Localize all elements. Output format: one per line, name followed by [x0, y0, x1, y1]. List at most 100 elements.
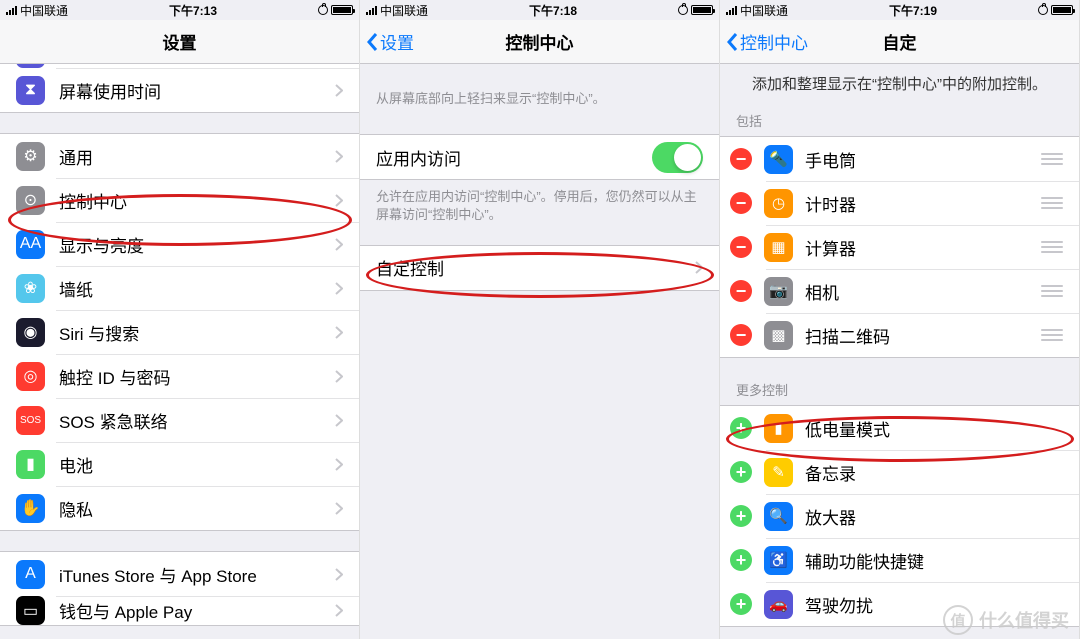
- customize-group: 自定控制: [360, 245, 719, 291]
- crow-low-power[interactable]: +▮低电量模式: [720, 406, 1079, 450]
- crow-qr[interactable]: −▩ 扫描二维码: [720, 313, 1079, 357]
- remove-button[interactable]: −: [730, 280, 752, 302]
- more-group: +▮低电量模式+✎备忘录+🔍放大器+♿辅助功能快捷键+🚗驾驶勿扰: [720, 405, 1079, 627]
- accessibility-icon: ♿: [764, 546, 793, 575]
- chevron-right-icon: [335, 568, 343, 581]
- settings-group: AiTunes Store 与 App Store▭ 钱包与 Apple Pay: [0, 551, 359, 626]
- row-siri[interactable]: ◉Siri 与搜索: [0, 310, 359, 354]
- signal-icon: [726, 6, 737, 15]
- crow-camera[interactable]: −📷 相机: [720, 269, 1079, 313]
- row-label: 相机: [805, 279, 1041, 304]
- settings-group: ⚙通用⊙控制中心AA显示与亮度❀墙纸◉Siri 与搜索◎触控 ID 与密码SOS…: [0, 133, 359, 531]
- screen-time-icon: ⧗: [16, 76, 45, 105]
- drag-handle-icon[interactable]: [1041, 153, 1063, 165]
- privacy-icon: ✋: [16, 494, 45, 523]
- page-title: 自定: [883, 29, 917, 54]
- battery-icon: [331, 5, 353, 15]
- add-button[interactable]: +: [730, 461, 752, 483]
- nav-bar: 设置 控制中心: [360, 20, 719, 64]
- pane-customize: 中国联通 下午7:19 控制中心 自定 添加和整理显示在“控制中心”中的附加控制…: [720, 0, 1080, 639]
- sos-icon: SOS: [16, 406, 45, 435]
- crow-notes[interactable]: +✎备忘录: [720, 450, 1079, 494]
- row-control-center[interactable]: ⊙ 控制中心: [0, 178, 359, 222]
- chevron-right-icon: [335, 84, 343, 97]
- display-icon: AA: [16, 230, 45, 259]
- back-button[interactable]: 设置: [366, 29, 414, 54]
- watermark-text: 什么值得买: [979, 607, 1069, 633]
- crow-calculator[interactable]: −▦计算器: [720, 225, 1079, 269]
- row-label: 辅助功能快捷键: [805, 548, 1063, 573]
- row-wallpaper[interactable]: ❀墙纸: [0, 266, 359, 310]
- chevron-right-icon: [335, 150, 343, 163]
- chevron-right-icon: [335, 282, 343, 295]
- back-label: 控制中心: [740, 29, 808, 54]
- chevron-right-icon: [335, 194, 343, 207]
- row-privacy[interactable]: ✋ 隐私: [0, 486, 359, 530]
- orientation-lock-icon: [1038, 5, 1048, 15]
- row-label: 备忘录: [805, 460, 1063, 485]
- crow-accessibility[interactable]: + ♿ 辅助功能快捷键: [720, 538, 1079, 582]
- row-label: 屏幕使用时间: [59, 78, 327, 103]
- row-touchid[interactable]: ◎触控 ID 与密码: [0, 354, 359, 398]
- drag-handle-icon[interactable]: [1041, 197, 1063, 209]
- row-label: 扫描二维码: [805, 323, 1041, 348]
- row-customize-controls[interactable]: 自定控制: [360, 246, 719, 290]
- row-label: 计时器: [805, 191, 1041, 216]
- row-label: 控制中心: [59, 188, 327, 213]
- row-display[interactable]: AA显示与亮度: [0, 222, 359, 266]
- more-header: 更多控制: [720, 358, 1079, 405]
- crow-flashlight[interactable]: −🔦手电筒: [720, 137, 1079, 181]
- remove-button[interactable]: −: [730, 192, 752, 214]
- remove-button[interactable]: −: [730, 324, 752, 346]
- crow-timer[interactable]: −◷ 计时器: [720, 181, 1079, 225]
- status-bar: 中国联通 下午7:18: [360, 0, 719, 20]
- orientation-lock-icon: [318, 5, 328, 15]
- nav-bar: 控制中心 自定: [720, 20, 1079, 64]
- signal-icon: [6, 6, 17, 15]
- status-bar: 中国联通 下午7:13: [0, 0, 359, 20]
- remove-button[interactable]: −: [730, 236, 752, 258]
- qr-icon: ▩: [764, 321, 793, 350]
- drag-handle-icon[interactable]: [1041, 329, 1063, 341]
- row-label: 通用: [59, 144, 327, 169]
- row-in-app-access[interactable]: 应用内访问: [360, 135, 719, 179]
- settings-group: ☾勿扰模式⧗屏幕使用时间: [0, 64, 359, 113]
- in-app-access-toggle[interactable]: [652, 142, 703, 173]
- row-sos[interactable]: SOS SOS 紧急联络: [0, 398, 359, 442]
- clock: 下午7:13: [169, 2, 217, 19]
- row-label: 电池: [59, 452, 327, 477]
- calculator-icon: ▦: [764, 233, 793, 262]
- drag-handle-icon[interactable]: [1041, 241, 1063, 253]
- customize-scroll[interactable]: 添加和整理显示在“控制中心”中的附加控制。 包括 −🔦手电筒−◷计时器−▦计算器…: [720, 64, 1079, 639]
- remove-button[interactable]: −: [730, 148, 752, 170]
- back-button[interactable]: 控制中心: [726, 29, 808, 54]
- add-button[interactable]: +: [730, 549, 752, 571]
- carrier-label: 中国联通: [20, 2, 68, 19]
- row-label: SOS 紧急联络: [59, 408, 327, 433]
- add-button[interactable]: +: [730, 505, 752, 527]
- add-button[interactable]: +: [730, 417, 752, 439]
- back-label: 设置: [380, 29, 414, 54]
- control-center-icon: ⊙: [16, 186, 45, 215]
- row-label: 隐私: [59, 496, 327, 521]
- row-battery[interactable]: ▮电池: [0, 442, 359, 486]
- wallet-icon: ▭: [16, 596, 45, 625]
- row-label: 手电筒: [805, 147, 1041, 172]
- row-wallet[interactable]: ▭ 钱包与 Apple Pay: [0, 596, 359, 625]
- row-screen-time[interactable]: ⧗ 屏幕使用时间: [0, 68, 359, 112]
- control-center-scroll[interactable]: 从屏幕底部向上轻扫来显示“控制中心”。 应用内访问 允许在应用内访问“控制中心”…: [360, 64, 719, 639]
- drag-handle-icon[interactable]: [1041, 285, 1063, 297]
- settings-list[interactable]: ☾勿扰模式⧗屏幕使用时间⚙通用⊙控制中心AA显示与亮度❀墙纸◉Siri 与搜索◎…: [0, 64, 359, 639]
- row-label: 钱包与 Apple Pay: [59, 598, 327, 623]
- crow-magnifier[interactable]: +🔍放大器: [720, 494, 1079, 538]
- chevron-right-icon: [335, 370, 343, 383]
- camera-icon: 📷: [764, 277, 793, 306]
- row-itunes[interactable]: AiTunes Store 与 App Store: [0, 552, 359, 596]
- chevron-right-icon: [695, 261, 703, 274]
- add-button[interactable]: +: [730, 593, 752, 615]
- included-header: 包括: [720, 101, 1079, 136]
- row-general[interactable]: ⚙通用: [0, 134, 359, 178]
- row-label: 触控 ID 与密码: [59, 364, 327, 389]
- timer-icon: ◷: [764, 189, 793, 218]
- page-title: 控制中心: [506, 29, 574, 54]
